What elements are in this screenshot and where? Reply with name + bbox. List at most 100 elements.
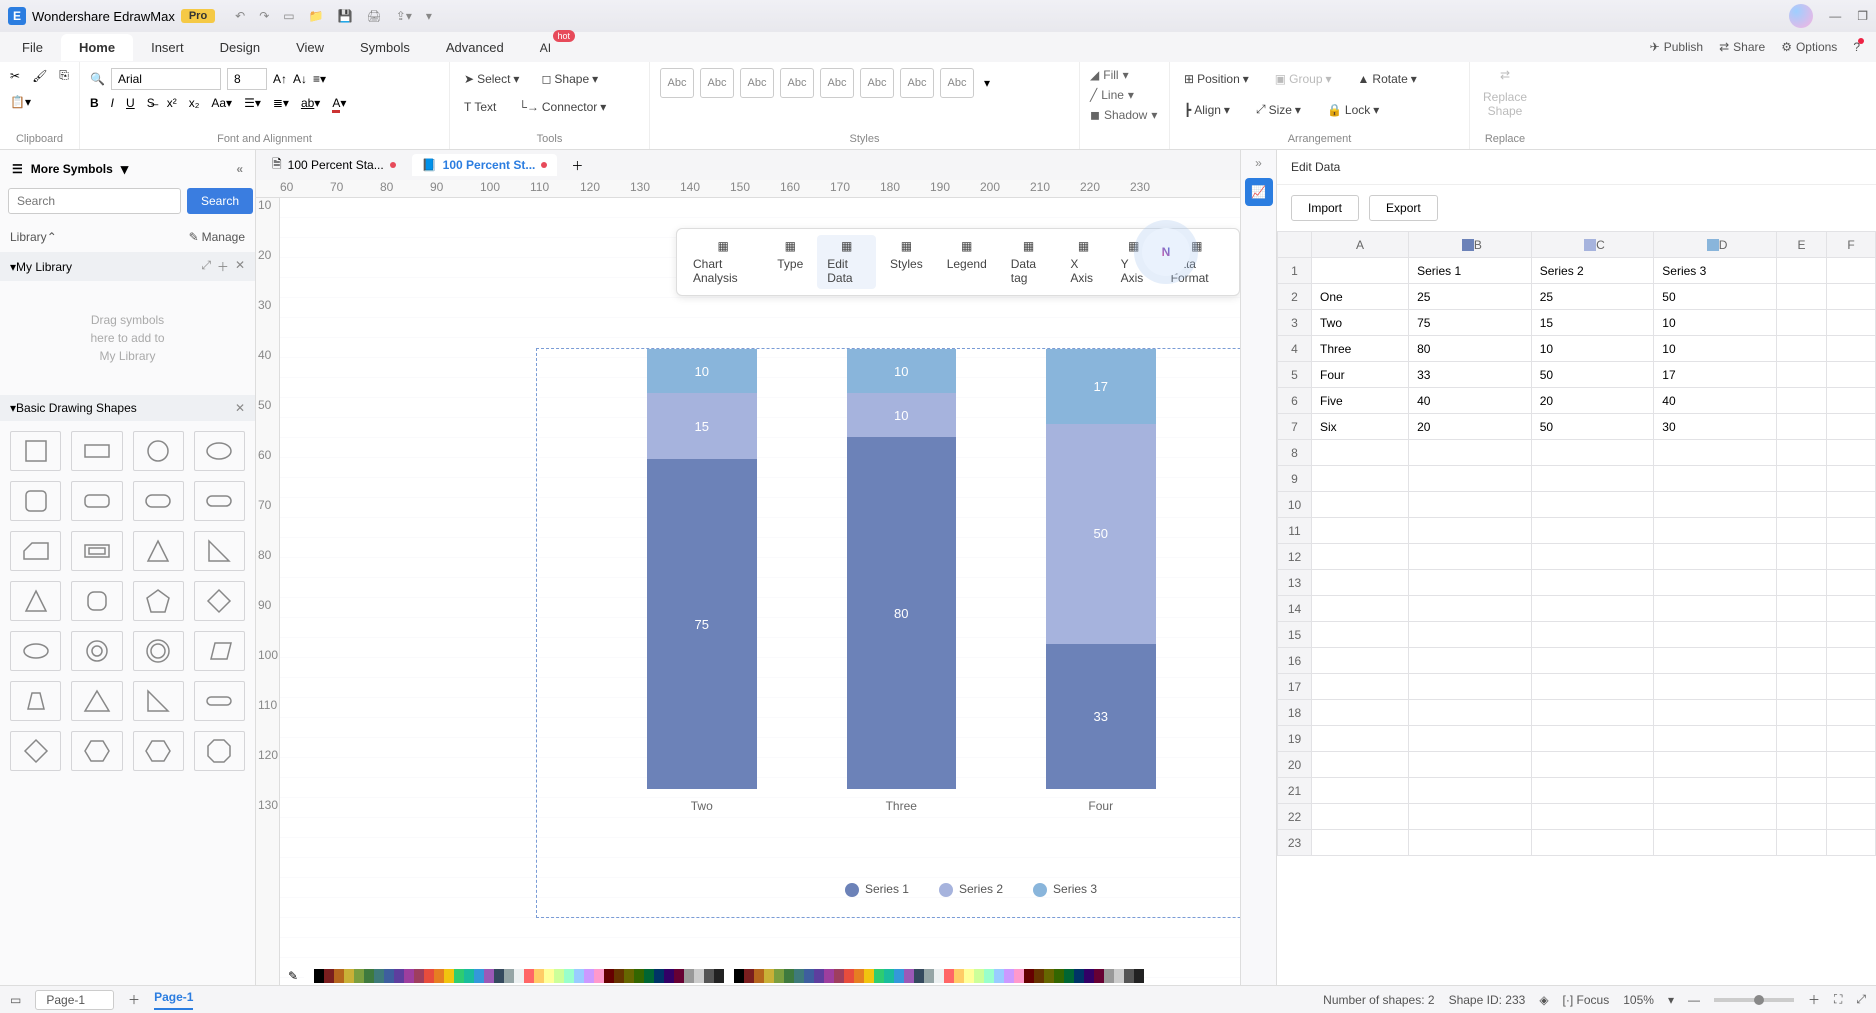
color-swatch[interactable]: [664, 969, 674, 983]
shape-ring[interactable]: [133, 631, 184, 671]
rotate-button[interactable]: ▲ Rotate▾: [1354, 68, 1421, 90]
chart-data-panel-icon[interactable]: 📈: [1245, 178, 1273, 206]
shape-pill[interactable]: [194, 481, 245, 521]
color-swatch[interactable]: [1044, 969, 1054, 983]
legend-item[interactable]: Series 2: [939, 882, 1003, 897]
style-preset[interactable]: Abc: [900, 68, 934, 98]
shadow-button[interactable]: ◼Shadow▾: [1090, 108, 1159, 122]
color-swatch[interactable]: [884, 969, 894, 983]
data-cell[interactable]: 50: [1531, 362, 1654, 388]
chart-tool-data-tag[interactable]: ▦Data tag: [1001, 235, 1057, 289]
copy-icon[interactable]: ⎘: [59, 68, 69, 83]
shape-triangle[interactable]: [133, 531, 184, 571]
color-swatch[interactable]: [1004, 969, 1014, 983]
font-name-input[interactable]: [111, 68, 221, 90]
share-button[interactable]: ⇄Share: [1719, 40, 1765, 54]
color-swatch[interactable]: [924, 969, 934, 983]
color-swatch[interactable]: [644, 969, 654, 983]
color-swatch[interactable]: [1104, 969, 1114, 983]
menu-file[interactable]: File: [4, 34, 61, 61]
color-swatch[interactable]: [694, 969, 704, 983]
page-selector[interactable]: Page-1: [35, 990, 114, 1010]
bar-three[interactable]: 801010: [847, 349, 957, 789]
chart-tool-styles[interactable]: ▦Styles: [880, 235, 933, 289]
color-swatch[interactable]: [844, 969, 854, 983]
chart-tool-x-axis[interactable]: ▦X Axis: [1060, 235, 1106, 289]
line-button[interactable]: ╱Line▾: [1090, 88, 1159, 102]
connector-tool[interactable]: └→Connector▾: [514, 96, 610, 118]
redo-icon[interactable]: ↷: [259, 9, 269, 23]
color-swatch[interactable]: [404, 969, 414, 983]
style-preset[interactable]: Abc: [660, 68, 694, 98]
color-swatch[interactable]: [504, 969, 514, 983]
color-swatch[interactable]: [534, 969, 544, 983]
menu-advanced[interactable]: Advanced: [428, 34, 522, 61]
close-icon[interactable]: ✕: [235, 258, 245, 275]
bullets-icon[interactable]: ≣▾: [273, 96, 289, 110]
shape-tool[interactable]: ◻Shape▾: [537, 68, 602, 90]
minimize-icon[interactable]: —: [1829, 9, 1841, 23]
focus-button[interactable]: [·] Focus: [1563, 993, 1610, 1007]
export-icon[interactable]: ⇪▾: [396, 9, 412, 23]
close-icon[interactable]: ✕: [235, 401, 245, 415]
style-preset[interactable]: Abc: [860, 68, 894, 98]
col-header[interactable]: D: [1654, 232, 1777, 258]
color-swatch[interactable]: [634, 969, 644, 983]
color-swatch[interactable]: [824, 969, 834, 983]
library-label[interactable]: Library: [10, 230, 47, 244]
color-swatch[interactable]: [724, 969, 734, 983]
print-icon[interactable]: 🖨: [367, 9, 382, 23]
color-swatch[interactable]: [584, 969, 594, 983]
add-tab-icon[interactable]: ＋: [563, 153, 591, 178]
chart-tool-type[interactable]: ▦Type: [767, 235, 813, 289]
color-swatch[interactable]: [454, 969, 464, 983]
add-icon[interactable]: ＋: [217, 258, 229, 275]
color-swatch[interactable]: [814, 969, 824, 983]
publish-button[interactable]: ✈Publish: [1650, 40, 1703, 54]
collapse-left-icon[interactable]: «: [236, 162, 243, 176]
color-swatch[interactable]: [564, 969, 574, 983]
style-preset[interactable]: Abc: [700, 68, 734, 98]
data-cell[interactable]: 50: [1654, 284, 1777, 310]
data-cell[interactable]: Three: [1312, 336, 1409, 362]
stacked-bar-chart[interactable]: 751510801010335017402040 TwoThreeFourFiv…: [536, 348, 1240, 918]
shape-stadium[interactable]: [194, 681, 245, 721]
color-swatch[interactable]: [554, 969, 564, 983]
import-button[interactable]: Import: [1291, 195, 1359, 221]
pages-icon[interactable]: ▭: [10, 993, 21, 1007]
data-cell[interactable]: 20: [1409, 414, 1532, 440]
decrease-font-icon[interactable]: A↓: [293, 72, 307, 86]
bar-four[interactable]: 335017: [1046, 349, 1156, 789]
shape-rect[interactable]: [71, 431, 122, 471]
color-swatch[interactable]: [474, 969, 484, 983]
export-button[interactable]: Export: [1369, 195, 1438, 221]
superscript-icon[interactable]: x²: [167, 96, 177, 110]
color-swatch[interactable]: [1094, 969, 1104, 983]
text-tool[interactable]: TText: [460, 96, 500, 118]
document-tab-active[interactable]: 📘 100 Percent St...: [412, 154, 558, 176]
data-cell[interactable]: 75: [1409, 310, 1532, 336]
color-swatch[interactable]: [954, 969, 964, 983]
zoom-out-icon[interactable]: —: [1688, 993, 1700, 1007]
highlight-icon[interactable]: ab▾: [301, 96, 320, 110]
subscript-icon[interactable]: x₂: [189, 96, 200, 110]
color-swatch[interactable]: [624, 969, 634, 983]
shape-rtriangle[interactable]: [133, 681, 184, 721]
color-swatch[interactable]: [304, 969, 314, 983]
color-swatch[interactable]: [654, 969, 664, 983]
color-swatch[interactable]: [804, 969, 814, 983]
line-spacing-icon[interactable]: ☰▾: [244, 96, 261, 110]
shape-rounded-sq[interactable]: [71, 581, 122, 621]
fit-page-icon[interactable]: ⛶: [1834, 992, 1842, 1007]
options-button[interactable]: ⚙Options: [1781, 40, 1837, 54]
shape-rounded-square[interactable]: [10, 481, 61, 521]
increase-font-icon[interactable]: A↑: [273, 72, 287, 86]
data-cell[interactable]: 25: [1531, 284, 1654, 310]
col-header[interactable]: E: [1776, 232, 1826, 258]
color-swatch[interactable]: [334, 969, 344, 983]
qat-more-icon[interactable]: ▾: [426, 9, 432, 23]
color-swatch[interactable]: [1014, 969, 1024, 983]
color-swatch[interactable]: [854, 969, 864, 983]
shape-diamond2[interactable]: [10, 731, 61, 771]
color-swatch[interactable]: [394, 969, 404, 983]
